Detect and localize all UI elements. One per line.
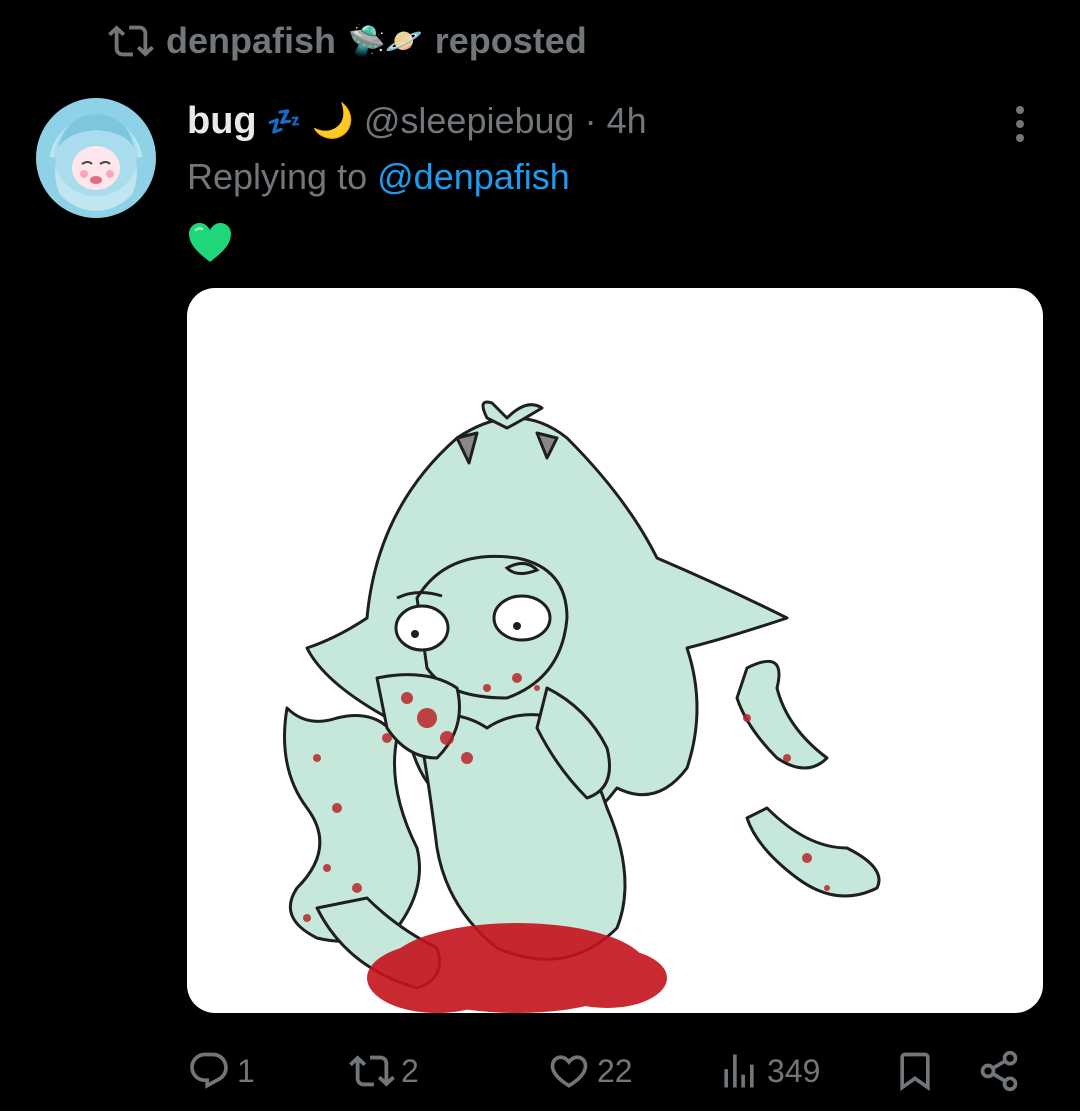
bookmark-icon: [900, 1052, 930, 1092]
reply-count: 1: [237, 1052, 255, 1089]
more-vertical-icon: [1016, 106, 1024, 142]
separator-dot: ·: [584, 100, 597, 141]
green-heart-emoji-icon: [187, 220, 233, 266]
avatar[interactable]: [36, 98, 156, 218]
repost-user[interactable]: denpafish: [166, 20, 336, 62]
like-count: 22: [597, 1052, 633, 1089]
tweet-media-image[interactable]: [187, 288, 1043, 1013]
reply-button[interactable]: 1: [187, 1045, 255, 1097]
repost-icon: [108, 25, 154, 57]
replying-to: Replying to @denpafish: [187, 156, 570, 198]
repost-user-emojis: 🛸🪐: [348, 23, 423, 59]
reply-mention-link[interactable]: @denpafish: [377, 156, 570, 197]
views-button[interactable]: 349: [717, 1045, 820, 1097]
bookmark-button[interactable]: [893, 1045, 937, 1097]
like-button[interactable]: 22: [547, 1045, 633, 1097]
reply-icon: [190, 1052, 228, 1089]
author-handle[interactable]: @sleepiebug: [364, 100, 575, 142]
sleep-emoji-icon: 💤: [266, 104, 302, 138]
repost-header: denpafish 🛸🪐 reposted: [108, 18, 587, 64]
repost-label: reposted: [434, 20, 587, 61]
author-name[interactable]: bug: [187, 100, 257, 143]
views-count: 349: [767, 1052, 821, 1089]
replying-to-label: Replying to: [187, 156, 368, 197]
repost-icon: [349, 1055, 395, 1087]
more-options-button[interactable]: [1000, 104, 1040, 144]
repost-button[interactable]: 2: [349, 1045, 419, 1097]
moon-emoji-icon: 🌙: [311, 101, 354, 141]
heart-icon: [550, 1055, 588, 1088]
timestamp[interactable]: 4h: [607, 100, 647, 142]
repost-count: 2: [401, 1052, 419, 1089]
share-button[interactable]: [977, 1045, 1021, 1097]
share-icon: [980, 1050, 1018, 1092]
tweet-header: bug 💤 🌙 @sleepiebug · 4h: [187, 96, 647, 146]
views-chart-icon: [724, 1054, 754, 1088]
tweet-action-bar: 1 2 22 349: [187, 1045, 1027, 1097]
